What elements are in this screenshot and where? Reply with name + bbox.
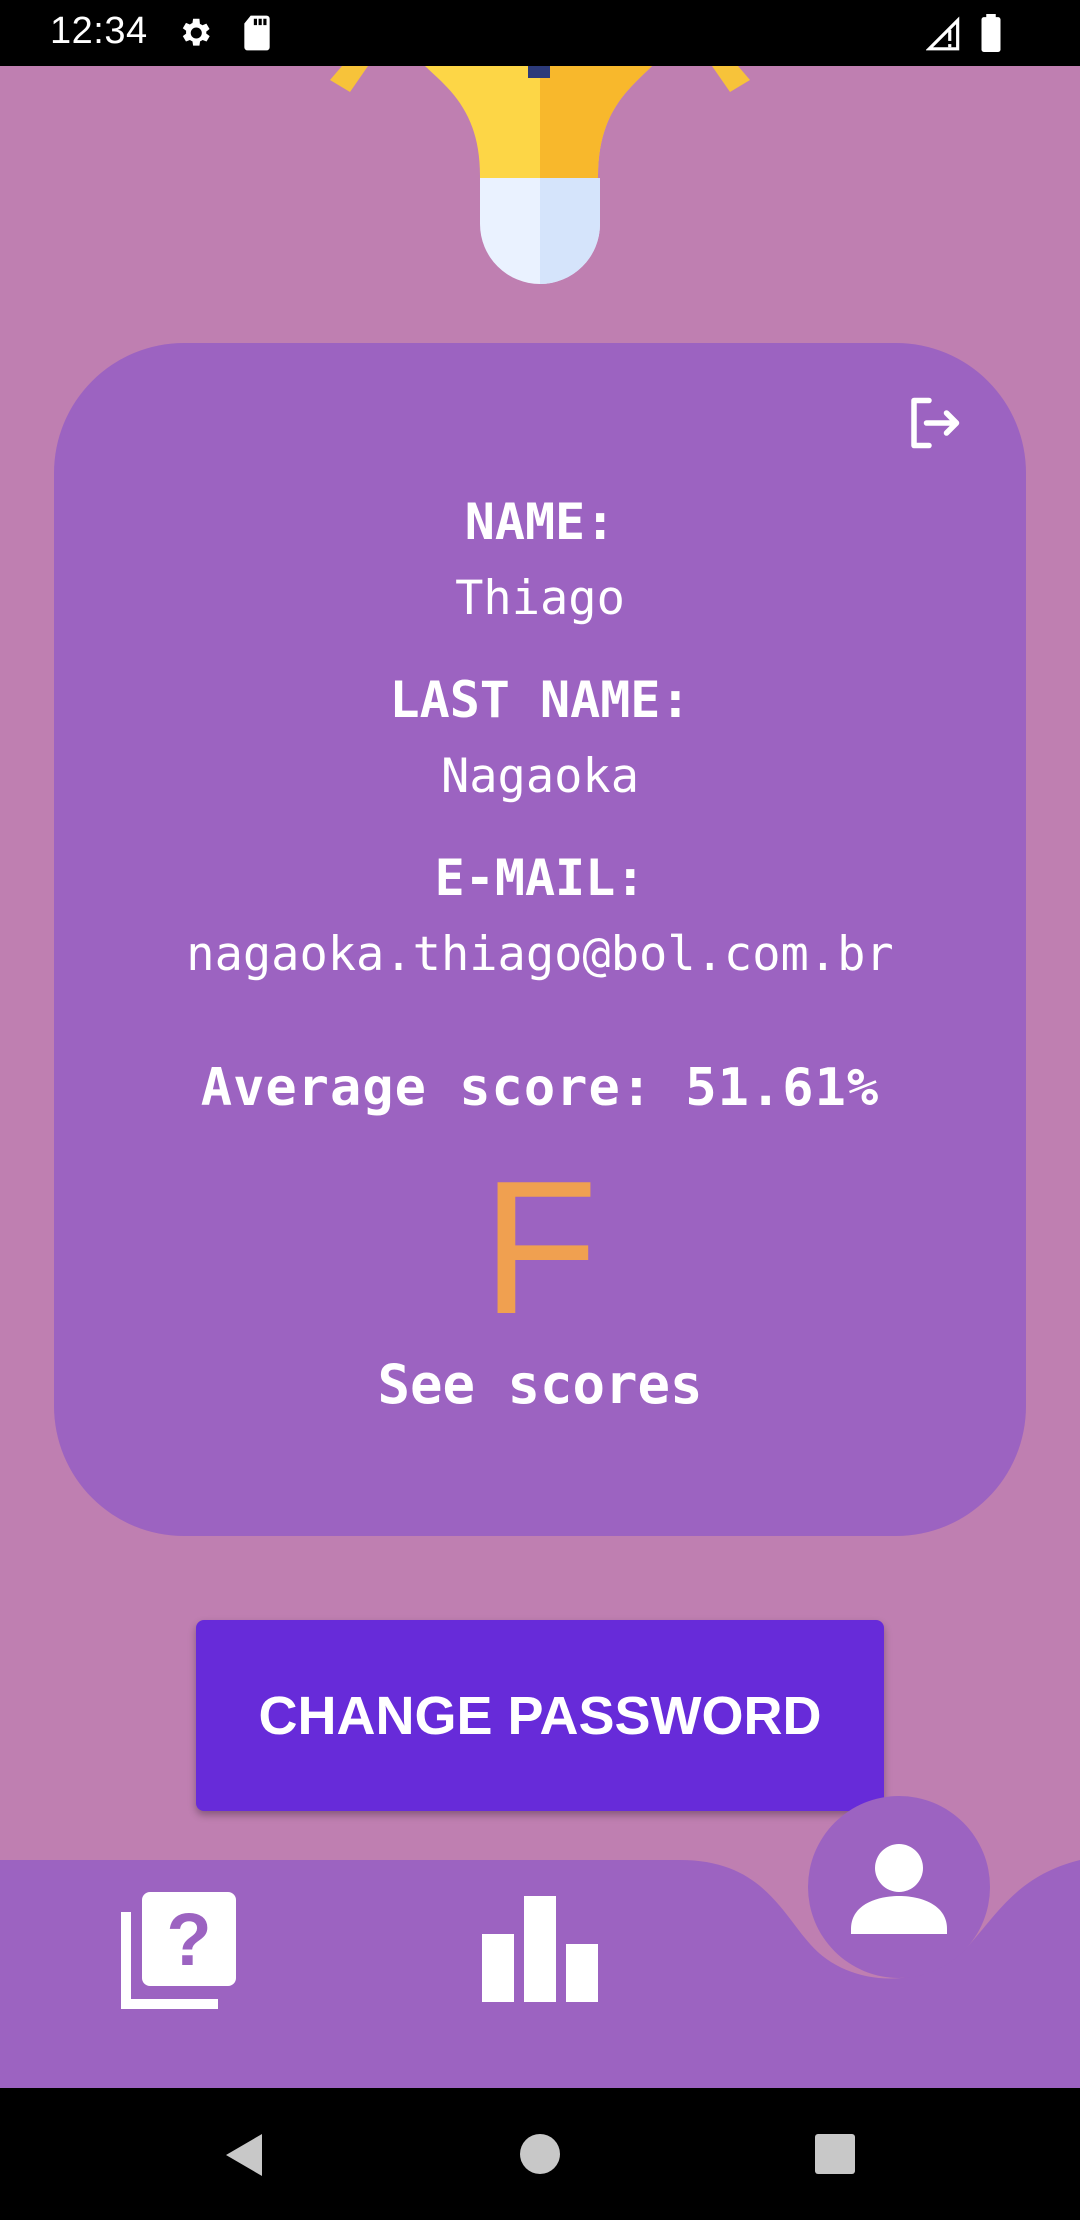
svg-text:?: ?: [166, 1898, 211, 1981]
email-value: nagaoka.thiago@bol.com.br: [186, 927, 894, 982]
profile-card: NAME: Thiago LAST NAME: Nagaoka E-MAIL: …: [54, 343, 1026, 1536]
quiz-icon[interactable]: ?: [120, 1890, 240, 2010]
nav-profile-button[interactable]: [808, 1796, 990, 1978]
name-value: Thiago: [455, 571, 625, 626]
logout-icon[interactable]: [904, 393, 964, 453]
status-bar: 12:34: [0, 0, 1080, 66]
signal-icon: [926, 16, 960, 51]
back-icon[interactable]: [222, 2132, 268, 2178]
average-score: Average score: 51.61%: [200, 1058, 880, 1118]
change-password-button[interactable]: CHANGE PASSWORD: [196, 1620, 884, 1811]
bar-chart-icon[interactable]: [480, 1896, 600, 2002]
last-name-label: LAST NAME:: [389, 671, 691, 729]
lightbulb-logo: [330, 66, 750, 284]
email-label: E-MAIL:: [434, 849, 646, 907]
name-label: NAME:: [464, 493, 616, 551]
settings-icon: [182, 18, 210, 46]
battery-icon: [981, 14, 1001, 52]
person-icon: [851, 1844, 947, 1934]
status-time: 12:34: [50, 10, 148, 52]
recents-icon[interactable]: [813, 2132, 857, 2176]
see-scores-link[interactable]: See scores: [54, 1353, 1026, 1416]
last-name-value: Nagaoka: [440, 749, 640, 804]
sd-card-icon: [244, 15, 270, 51]
system-nav-bar: [0, 2088, 1080, 2220]
grade-letter: F: [481, 1142, 599, 1354]
home-icon[interactable]: [518, 2132, 562, 2176]
